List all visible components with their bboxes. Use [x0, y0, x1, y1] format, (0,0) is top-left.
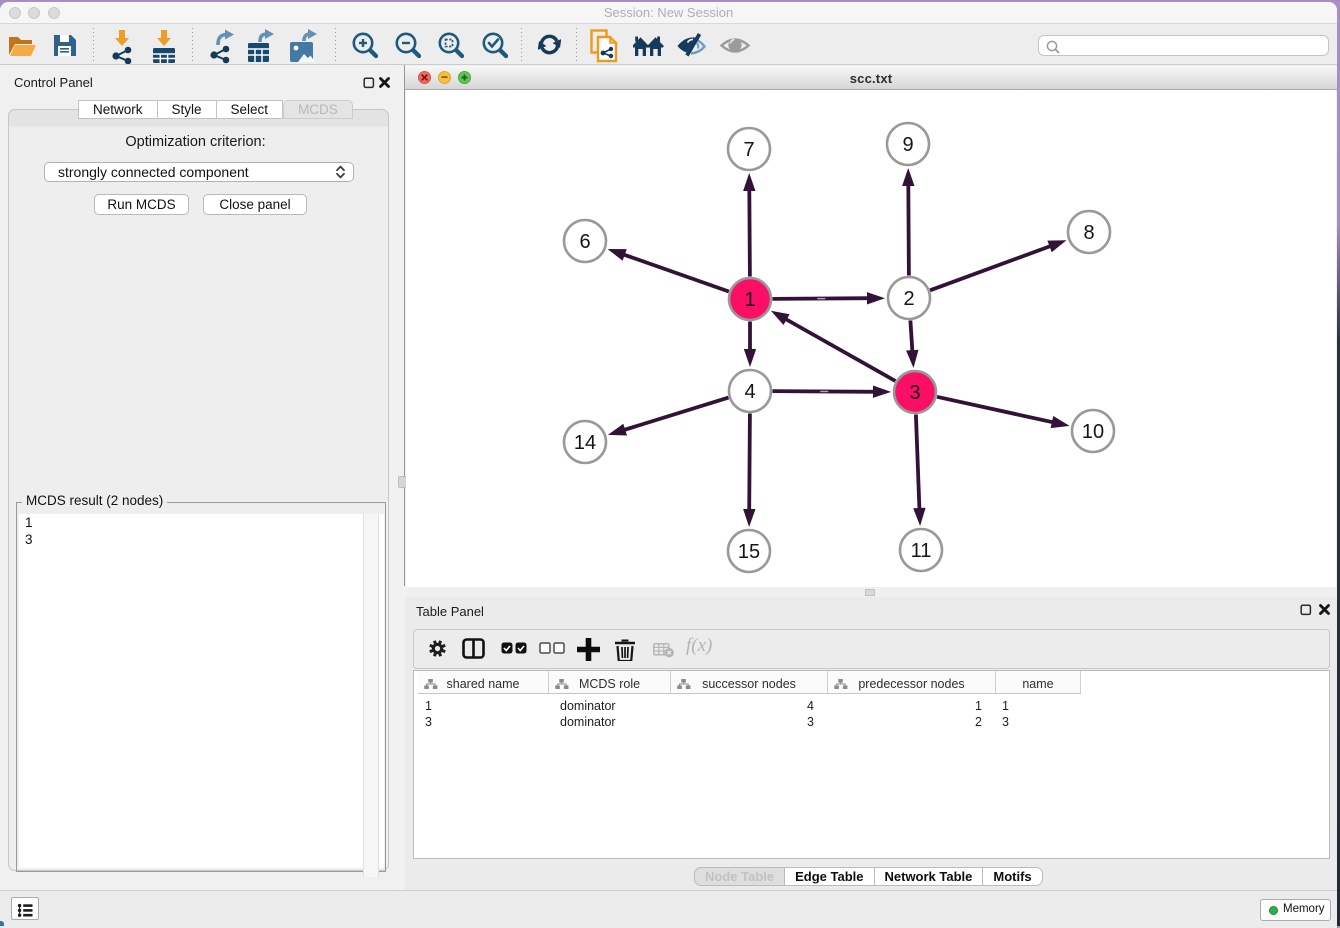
svg-text:2: 2	[903, 288, 914, 310]
svg-text:14: 14	[574, 432, 596, 454]
svg-text:15: 15	[738, 541, 760, 563]
svg-text:4: 4	[744, 381, 755, 403]
svg-text:8: 8	[1083, 222, 1094, 244]
svg-text:11: 11	[911, 540, 932, 562]
svg-text:1: 1	[744, 289, 755, 311]
svg-text:6: 6	[579, 231, 590, 253]
svg-text:9: 9	[902, 134, 913, 156]
svg-text:10: 10	[1082, 421, 1104, 443]
svg-text:7: 7	[743, 139, 754, 161]
svg-text:3: 3	[909, 382, 920, 404]
